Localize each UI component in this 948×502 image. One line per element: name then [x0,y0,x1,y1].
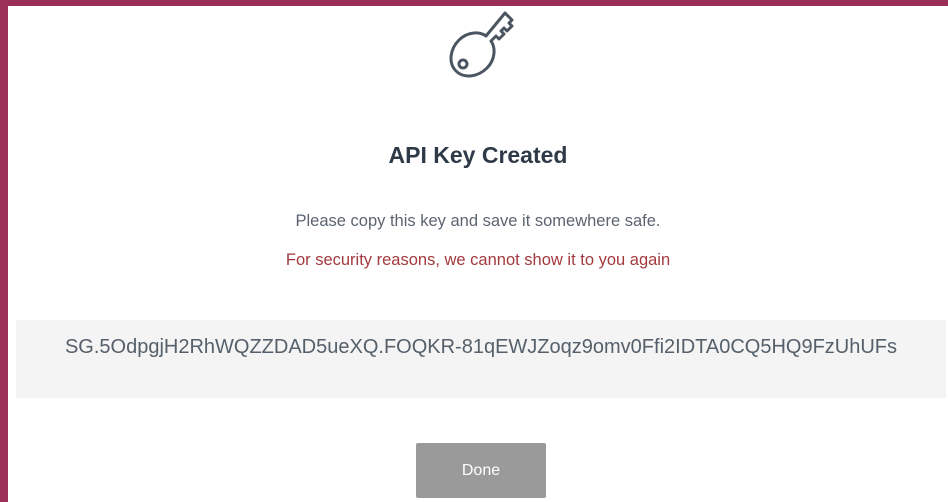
key-icon [449,11,514,78]
api-key-dialog: API Key Created Please copy this key and… [8,6,948,502]
dialog-title: API Key Created [388,142,568,168]
copy-instruction-text: Please copy this key and save it somewhe… [295,212,661,230]
api-key-value[interactable]: SG.5OdpgjH2RhWQZZDAD5ueXQ.FOQKR-81qEWJZo… [16,320,946,398]
done-button[interactable]: Done [416,443,546,498]
security-warning-text: For security reasons, we cannot show it … [285,251,671,269]
